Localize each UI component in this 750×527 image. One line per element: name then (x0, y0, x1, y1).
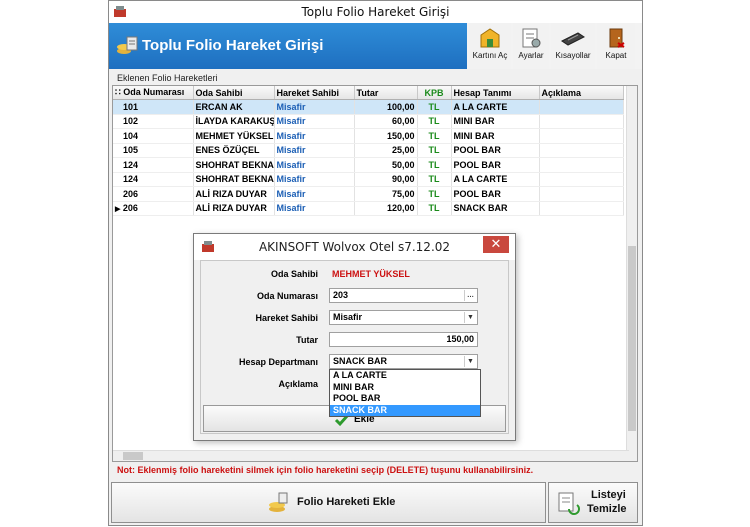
aciklama-label: Açıklama (278, 379, 318, 389)
tutar-input[interactable]: 150,00 (329, 332, 478, 347)
header-title: Toplu Folio Hareket Girişi (142, 37, 324, 54)
close-icon: ✕ (490, 237, 502, 252)
table-row[interactable]: 104 MEHMET YÜKSEL Misafir 150,00 TL MINI… (113, 128, 624, 144)
coins-add-icon (269, 492, 288, 512)
col-kpb[interactable]: KPB (417, 86, 452, 100)
grid-horizontal-scrollbar[interactable] (113, 450, 629, 461)
table-row[interactable]: 102 İLAYDA KARAKUŞ Misafir 60,00 TL MINI… (113, 114, 624, 129)
settings-icon (522, 28, 541, 48)
dialog-close-button[interactable]: ✕ (483, 236, 509, 253)
exit-door-icon (609, 28, 625, 48)
open-card-icon (480, 28, 500, 48)
table-row[interactable]: 101 ERCAN AK Misafir 100,00 TL A LA CART… (113, 99, 624, 115)
dialog-title: AKINSOFT Wolvox Otel s7.12.02 (258, 240, 451, 254)
dropdown-option[interactable]: POOL BAR (330, 393, 480, 405)
tutar-label: Tutar (296, 335, 318, 345)
add-folio-movement-button[interactable]: Folio Hareketi Ekle (111, 482, 546, 523)
window-title: Toplu Folio Hareket Girişi (301, 5, 450, 19)
oda-numarasi-input[interactable]: 203 … (329, 288, 478, 303)
open-card-label: Kartını Aç (472, 51, 508, 60)
col-oda-numarasi[interactable]: ∷ Oda Numarası (113, 86, 194, 100)
settings-button[interactable]: Ayarlar (513, 23, 549, 69)
table-row[interactable]: 105 ENES ÖZÜÇEL Misafir 25,00 TL POOL BA… (113, 143, 624, 158)
settings-label: Ayarlar (518, 51, 544, 60)
col-hareket-sahibi[interactable]: Hareket Sahibi (274, 86, 355, 100)
keyboard-icon (561, 32, 585, 46)
dropdown-option-selected[interactable]: SNACK BAR (330, 404, 480, 416)
shortcuts-label: Kısayollar (555, 51, 591, 60)
window-titlebar: Toplu Folio Hareket Girişi (109, 1, 642, 24)
grid-vertical-scrollbar[interactable] (626, 86, 637, 461)
form-header: Toplu Folio Hareket Girişi Kartını Aç Ay… (109, 23, 642, 69)
open-card-button[interactable]: Kartını Aç (469, 23, 511, 69)
shortcuts-button[interactable]: Kısayollar (551, 23, 595, 69)
table-row[interactable]: 124 SHOHRAT BEKNAZ Misafir 90,00 TL A LA… (113, 172, 624, 187)
hareket-sahibi-select[interactable]: Misafir ▼ (329, 310, 478, 325)
chevron-down-icon[interactable]: ▼ (464, 356, 476, 367)
folio-coins-icon (117, 36, 138, 54)
close-form-button[interactable]: Kapat (597, 23, 635, 69)
folio-table: ∷ Oda Numarası Oda Sahibi Hareket Sahibi… (113, 86, 624, 216)
vscroll-thumb[interactable] (628, 246, 636, 431)
table-row-current[interactable]: ▶ 206 ALİ RIZA DUYAR Misafir 120,00 TL S… (113, 201, 624, 216)
hscroll-thumb[interactable] (123, 452, 143, 460)
hesap-dropdown-list[interactable]: A LA CARTE MINI BAR POOL BAR SNACK BAR (329, 369, 481, 417)
section-label: Eklenen Folio Hareketleri (117, 73, 218, 83)
clear-list-label-1: Listeyi (591, 489, 626, 501)
clear-list-button[interactable]: Listeyi Temizle (548, 482, 638, 523)
clear-list-label-2: Temizle (587, 503, 627, 515)
close-form-label: Kapat (605, 51, 627, 60)
col-aciklama[interactable]: Açıklama (539, 86, 624, 100)
current-row-marker-icon: ▶ (115, 206, 121, 214)
clear-list-icon (558, 492, 580, 515)
table-row[interactable]: 124 SHOHRAT BEKNAZ Misafir 50,00 TL POOL… (113, 157, 624, 173)
col-hesap-tanimi[interactable]: Hesap Tanımı (451, 86, 540, 100)
chevron-down-icon[interactable]: ▼ (464, 312, 476, 323)
dropdown-option[interactable]: MINI BAR (330, 382, 480, 394)
dialog-titlebar: AKINSOFT Wolvox Otel s7.12.02 ✕ (194, 234, 515, 260)
lookup-button-icon[interactable]: … (464, 290, 476, 301)
delete-hint-note: Not: Eklenmiş folio hareketini silmek iç… (117, 465, 534, 475)
grid-header-row: ∷ Oda Numarası Oda Sahibi Hareket Sahibi… (113, 86, 624, 100)
hesap-departmani-label: Hesap Departmanı (238, 357, 318, 367)
toolbar: Kartını Aç Ayarlar Kısayollar Kapat (467, 23, 642, 69)
col-oda-sahibi[interactable]: Oda Sahibi (193, 86, 275, 100)
grid-indicator-icon: ∷ (115, 87, 124, 97)
hesap-departmani-select[interactable]: SNACK BAR ▼ (329, 354, 478, 369)
table-row[interactable]: 206 ALİ RIZA DUYAR Misafir 75,00 TL POOL… (113, 186, 624, 202)
add-folio-label: Folio Hareketi Ekle (297, 496, 396, 508)
oda-sahibi-label: Oda Sahibi (270, 269, 318, 279)
grid-body: 101 ERCAN AK Misafir 100,00 TL A LA CART… (113, 99, 624, 216)
hareket-sahibi-label: Hareket Sahibi (255, 313, 318, 323)
oda-numarasi-label: Oda Numarası (256, 291, 318, 301)
col-tutar[interactable]: Tutar (354, 86, 418, 100)
oda-sahibi-value: MEHMET YÜKSEL (332, 269, 410, 279)
dropdown-option[interactable]: A LA CARTE (330, 370, 480, 382)
